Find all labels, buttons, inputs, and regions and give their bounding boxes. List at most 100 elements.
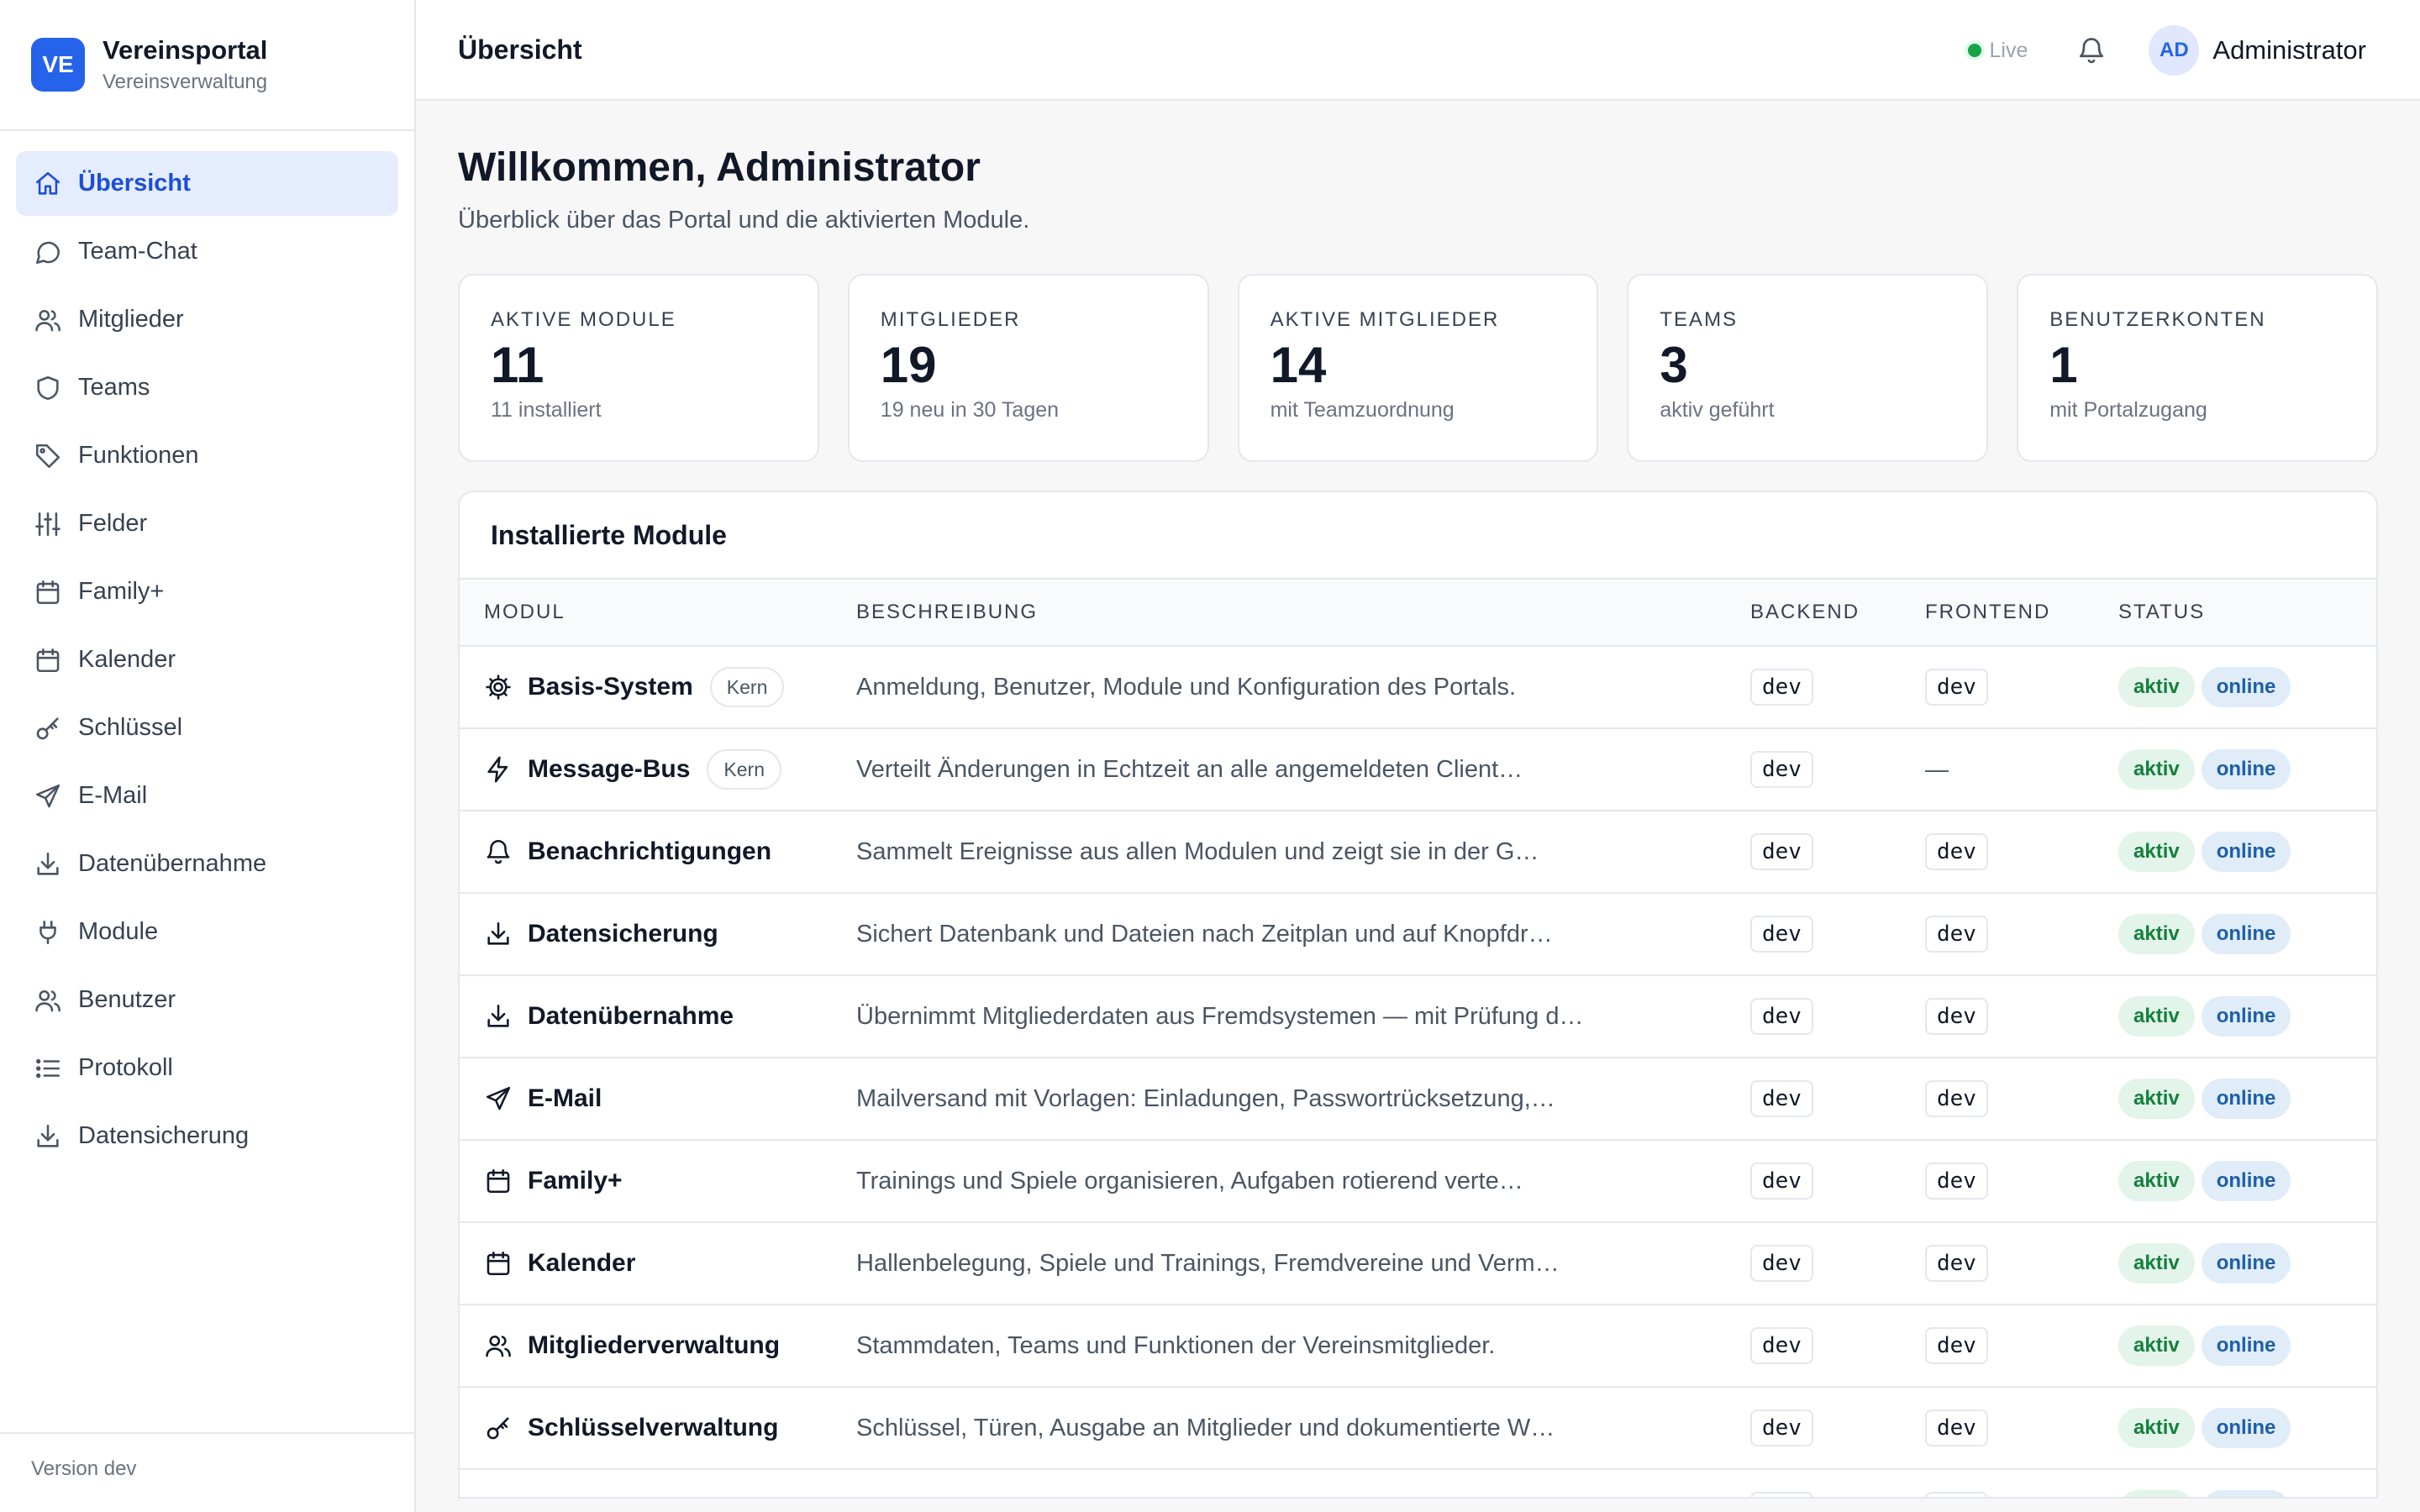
backend-version: dev	[1750, 1245, 1813, 1282]
module-description: Übernimmt Mitgliederdaten aus Fremdsyste…	[856, 1002, 1584, 1030]
table-row[interactable]: Mitgliederverwaltung Stammdaten, Teams un…	[460, 1305, 2376, 1388]
stat-subtext: 11 installiert	[491, 398, 602, 422]
sidebar-item-team-chat[interactable]: Team-Chat	[16, 219, 398, 284]
sidebar-item-module[interactable]: Module	[16, 900, 398, 964]
sidebar-item-funktionen[interactable]: Funktionen	[16, 423, 398, 488]
module-name[interactable]: Schlüsselverwaltung	[528, 1414, 778, 1442]
table-row[interactable]: E-Mail Mailversand mit Vorlagen: Einladun…	[460, 1058, 2376, 1141]
frontend-cell: dev	[1925, 669, 2118, 706]
status-badge: aktiv	[2118, 832, 2195, 872]
status-badge: aktiv	[2118, 914, 2195, 954]
module-name[interactable]: Team-Chat	[528, 1496, 656, 1497]
module-name[interactable]: E-Mail	[528, 1084, 602, 1113]
stat-card: Aktive Module 11 11 installiert	[458, 274, 819, 462]
module-name[interactable]: Datenübernahme	[528, 1002, 734, 1031]
core-badge: Kern	[709, 667, 785, 707]
sidebar-item-mitglieder[interactable]: Mitglieder	[16, 287, 398, 352]
table-row[interactable]: Schlüsselverwaltung Schlüssel, Türen, Aus…	[460, 1388, 2376, 1470]
sidebar-item-teams[interactable]: Teams	[16, 355, 398, 420]
sidebar-item-label: E-Mail	[78, 782, 148, 809]
backend-version: dev	[1750, 833, 1813, 870]
sidebar-item-schluessel[interactable]: Schlüssel	[16, 696, 398, 760]
status-badge: aktiv	[2118, 749, 2195, 790]
module-description: Stammdaten, Teams und Funktionen der Ver…	[856, 1331, 1496, 1359]
module-name[interactable]: Kalender	[528, 1249, 635, 1278]
column-header-frontend: Frontend	[1925, 601, 2051, 623]
table-row[interactable]: Family+ Trainings und Spiele organisieren…	[460, 1141, 2376, 1223]
stat-value: 14	[1270, 337, 1327, 393]
calendar-icon	[34, 578, 62, 606]
module-cell: Basis-System Kern	[460, 667, 856, 707]
stat-card: Teams 3 aktiv geführt	[1627, 274, 1989, 462]
sidebar-item-datenuebernahme[interactable]: Datenübernahme	[16, 832, 398, 896]
stat-subtext: aktiv geführt	[1660, 398, 1775, 422]
status-cell: aktivonline	[2118, 1079, 2376, 1119]
user-menu[interactable]: AD Administrator	[2149, 25, 2366, 76]
home-icon	[34, 170, 62, 198]
welcome-heading: Willkommen, Administrator	[458, 145, 981, 190]
backend-version: dev	[1750, 1492, 1813, 1497]
backend-cell: dev	[1750, 1163, 1925, 1200]
table-row[interactable]: Datenübernahme Übernimmt Mitgliederdaten …	[460, 976, 2376, 1058]
connection-badge: online	[2201, 832, 2291, 872]
brand[interactable]: VE Vereinsportal Vereinsverwaltung	[0, 0, 414, 131]
users-icon	[34, 986, 62, 1015]
frontend-version: —	[1925, 756, 1949, 782]
brand-logo: VE	[31, 38, 85, 92]
module-description: Austausch innerhalb der Mannschaften — j…	[856, 1497, 1750, 1498]
table-row[interactable]: Benachrichtigungen Sammelt Ereignisse aus…	[460, 811, 2376, 894]
module-name[interactable]: Family+	[528, 1167, 623, 1195]
table-row[interactable]: Team-Chat Austausch innerhalb der Mannsch…	[460, 1470, 2376, 1498]
backend-cell: dev	[1750, 833, 1925, 870]
backend-version: dev	[1750, 1410, 1813, 1446]
topbar: Übersicht Live AD Administrator	[416, 0, 2420, 101]
connection-badge: online	[2201, 667, 2291, 707]
table-row[interactable]: Datensicherung Sichert Datenbank und Date…	[460, 894, 2376, 976]
stats-row: Aktive Module 11 11 installiert Mitglieder 1…	[458, 274, 2378, 462]
plug-icon	[34, 918, 62, 947]
table-row[interactable]: Message-Bus Kern Verteilt Änderungen in Ec…	[460, 729, 2376, 811]
sidebar-item-benutzer[interactable]: Benutzer	[16, 968, 398, 1032]
key-icon	[34, 714, 62, 743]
connection-badge: online	[2201, 996, 2291, 1037]
connection-badge: online	[2201, 749, 2291, 790]
sidebar-item-datensicherung[interactable]: Datensicherung	[16, 1104, 398, 1168]
tag-icon	[34, 442, 62, 470]
stat-label: Benutzerkonten	[2049, 308, 2266, 331]
module-name[interactable]: Benachrichtigungen	[528, 837, 771, 866]
connection-badge: online	[2201, 1161, 2291, 1201]
welcome-subtitle: Überblick über das Portal und die aktivi…	[458, 207, 1030, 234]
sidebar-item-kalender[interactable]: Kalender	[16, 627, 398, 692]
module-name[interactable]: Datensicherung	[528, 920, 718, 948]
module-name[interactable]: Mitgliederverwaltung	[528, 1331, 780, 1360]
connection-badge: online	[2201, 1243, 2291, 1284]
download-icon	[34, 850, 62, 879]
gear-icon	[484, 673, 513, 701]
status-badge: aktiv	[2118, 996, 2195, 1037]
column-header-description: Beschreibung	[856, 601, 1039, 623]
sidebar-item-family[interactable]: Family+	[16, 559, 398, 624]
sidebar-item-felder[interactable]: Felder	[16, 491, 398, 556]
module-cell: Family+	[460, 1167, 856, 1195]
download-icon	[484, 1002, 513, 1031]
module-cell: Datensicherung	[460, 920, 856, 948]
sidebar-item-uebersicht[interactable]: Übersicht	[16, 151, 398, 216]
sidebar-item-label: Family+	[78, 578, 165, 605]
module-cell: Message-Bus Kern	[460, 749, 856, 790]
calendar-icon	[484, 1167, 513, 1195]
sidebar-item-protokoll[interactable]: Protokoll	[16, 1036, 398, 1100]
table-row[interactable]: Basis-System Kern Anmeldung, Benutzer, Mod…	[460, 647, 2376, 729]
notifications-button[interactable]	[2071, 30, 2112, 71]
module-description: Sichert Datenbank und Dateien nach Zeitp…	[856, 920, 1553, 948]
module-name[interactable]: Basis-System	[528, 673, 693, 701]
sidebar-item-e-mail[interactable]: E-Mail	[16, 764, 398, 828]
sidebar-item-label: Datensicherung	[78, 1122, 250, 1149]
table-row[interactable]: Kalender Hallenbelegung, Spiele und Train…	[460, 1223, 2376, 1305]
sidebar-item-label: Team-Chat	[78, 238, 197, 265]
module-name[interactable]: Message-Bus	[528, 755, 690, 784]
backend-cell: dev	[1750, 1327, 1925, 1364]
backend-version: dev	[1750, 1080, 1813, 1117]
backend-cell: dev	[1750, 1245, 1925, 1282]
frontend-cell: dev	[1925, 998, 2118, 1035]
frontend-version: dev	[1925, 1080, 1988, 1117]
